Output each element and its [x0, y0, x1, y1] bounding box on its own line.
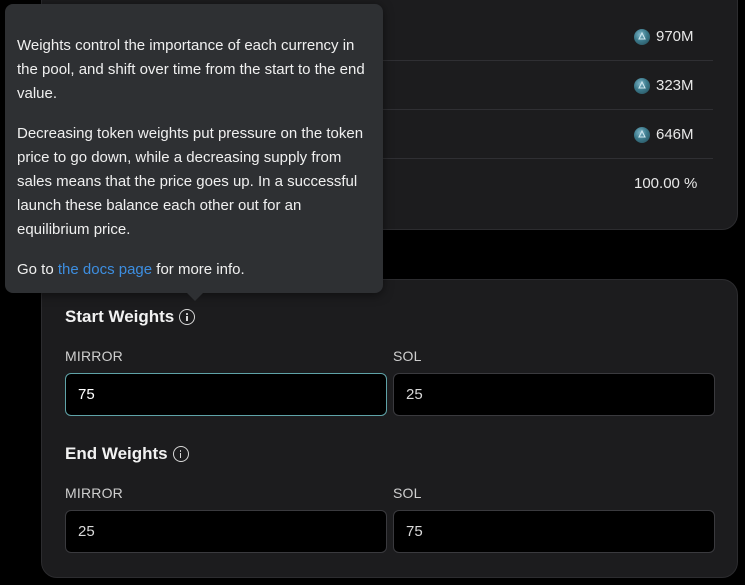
coin-icon [634, 77, 650, 94]
summary-value: 646M [634, 110, 694, 159]
start-token-a-label: MIRROR [65, 348, 123, 364]
end-weights-title: End Weights [65, 444, 168, 463]
start-weights-heading: Start Weights [65, 307, 196, 327]
coin-icon [634, 126, 650, 143]
tooltip-link-prefix: Go to [17, 261, 58, 278]
start-token-b-label: SOL [393, 348, 422, 364]
summary-amount: 646M [656, 126, 694, 143]
weights-tooltip: Weights control the importance of each c… [5, 4, 383, 293]
end-weight-sol-input[interactable] [393, 510, 715, 553]
end-weights-heading: End Weights [65, 444, 189, 464]
tooltip-arrow [186, 292, 204, 301]
summary-value: 970M [634, 12, 694, 61]
start-weight-mirror-input[interactable] [65, 373, 387, 416]
summary-amount: 970M [656, 28, 694, 45]
end-token-b-label: SOL [393, 485, 422, 501]
docs-link[interactable]: the docs page [58, 261, 152, 278]
tooltip-paragraph: Weights control the importance of each c… [17, 37, 365, 102]
info-icon[interactable] [179, 309, 196, 325]
weights-card: Start Weights MIRROR SOL End Weights MIR… [41, 279, 738, 578]
info-icon[interactable] [172, 446, 189, 462]
tooltip-docs-line: Go to the docs page for more info. [17, 258, 377, 282]
summary-value: 100.00 % [634, 159, 697, 208]
tooltip-link-suffix: for more info. [152, 261, 245, 278]
summary-percentage: 100.00 % [634, 175, 698, 192]
tooltip-paragraph: Decreasing token weights put pressure on… [17, 125, 364, 238]
start-weight-sol-input[interactable] [393, 373, 715, 416]
summary-value: 323M [634, 61, 694, 110]
end-token-a-label: MIRROR [65, 485, 123, 501]
summary-amount: 323M [656, 77, 694, 94]
coin-icon [634, 28, 650, 45]
start-weights-title: Start Weights [65, 307, 175, 326]
end-weight-mirror-input[interactable] [65, 510, 387, 553]
